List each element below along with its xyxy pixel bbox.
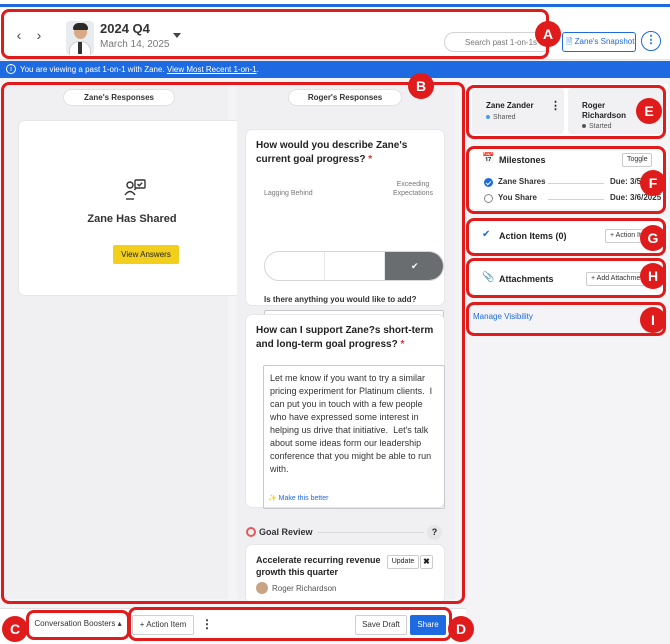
snapshot-button[interactable]: 🗎 Zane's Snapshot xyxy=(562,32,636,52)
right-sidebar: Zane Zander Shared ⋮ Roger Richardson St… xyxy=(466,84,670,644)
conversation-boosters-button[interactable]: Conversation Boosters ▴ xyxy=(30,615,126,635)
attachments-card: 📎 Attachments + Add Attachment xyxy=(468,261,668,297)
callout-d: D xyxy=(448,616,474,642)
more-options-icon[interactable]: ⋮ xyxy=(198,615,216,635)
meeting-date: March 14, 2025 xyxy=(100,39,170,50)
zane-responses-column: Zane's Responses Zane Has Shared View An… xyxy=(3,84,246,599)
callout-f: F xyxy=(640,170,666,196)
rating-option[interactable] xyxy=(325,252,385,280)
milestone-row: You Share Due: 3/6/2025 xyxy=(484,193,661,205)
goal-progress-card: How would you describe Zane's current go… xyxy=(245,129,445,332)
update-button[interactable]: Update xyxy=(387,555,419,569)
callout-b: B xyxy=(408,73,434,99)
checkmark-icon: ✔ xyxy=(411,261,419,271)
support-answer-textarea[interactable]: Let me know if you want to try a similar… xyxy=(263,365,445,509)
tab-rogers-responses[interactable]: Roger's Responses xyxy=(288,89,402,106)
view-most-recent-link[interactable]: View Most Recent 1-on-1 xyxy=(167,65,257,74)
avatar xyxy=(66,21,94,55)
question-title: How would you describe Zane's current go… xyxy=(256,140,408,165)
roger-responses-column: Roger's Responses How would you describe… xyxy=(237,84,455,604)
rating-option-selected[interactable]: ✔ xyxy=(385,252,443,280)
view-answers-button[interactable]: View Answers xyxy=(113,245,179,264)
period-dropdown-icon[interactable] xyxy=(173,33,181,38)
banner-text: You are viewing a past 1-on-1 with Zane. xyxy=(20,65,165,74)
action-items-title: Action Items (0) xyxy=(499,231,567,241)
callout-i: I xyxy=(640,307,666,333)
goal-card: Accelerate recurring revenue growth this… xyxy=(245,544,445,604)
action-items-card: ✔ Action Items (0) + Action Item xyxy=(468,218,668,254)
calendar-check-icon: 📅 xyxy=(482,153,495,164)
make-better-link[interactable]: ✨ Make this better xyxy=(268,494,328,502)
status-dot xyxy=(486,115,490,120)
callout-c: C xyxy=(2,616,28,642)
milestones-title: Milestones xyxy=(499,155,546,165)
top-accent-stripe xyxy=(0,0,670,7)
callout-g: G xyxy=(640,225,666,251)
share-button[interactable]: Share xyxy=(410,615,446,635)
target-icon xyxy=(246,527,256,537)
goal-owner: Roger Richardson xyxy=(272,584,337,593)
add-action-item-button[interactable]: + Action Item xyxy=(132,615,194,635)
save-draft-button[interactable]: Save Draft xyxy=(355,615,407,635)
callout-h: H xyxy=(640,263,666,289)
past-meeting-banner: i You are viewing a past 1-on-1 with Zan… xyxy=(0,61,670,78)
previous-arrow-icon[interactable]: ‹ xyxy=(12,27,26,43)
people-check-icon xyxy=(124,179,146,200)
pending-circle-icon xyxy=(484,194,493,203)
milestones-card: 📅 Milestones Toggle Zane Shares Due: 3/5… xyxy=(468,147,668,209)
close-icon[interactable]: ✖ xyxy=(420,555,433,569)
toggle-button[interactable]: Toggle xyxy=(622,153,652,167)
goal-review-header: Goal Review ? xyxy=(246,525,444,541)
more-options-icon[interactable]: ⋮ xyxy=(641,31,661,51)
header-bar: ‹ › 2024 Q4 March 14, 2025 🗎 Zane's Snap… xyxy=(0,8,670,60)
add-more-label: Is there anything you would like to add? xyxy=(264,295,417,304)
scale-high-label: Exceeding Expectations xyxy=(392,181,434,198)
shared-card: Zane Has Shared View Answers xyxy=(18,120,246,296)
question-title: How can I support Zane?s short-term and … xyxy=(256,325,434,350)
goal-review-label: Goal Review xyxy=(259,527,313,537)
more-options-icon[interactable]: ⋮ xyxy=(550,99,561,112)
attachments-title: Attachments xyxy=(499,274,554,284)
scale-low-label: Lagging Behind xyxy=(264,190,313,197)
snapshot-label: Zane's Snapshot xyxy=(574,37,635,46)
support-question-card: How can I support Zane?s short-term and … xyxy=(245,314,445,509)
status-dot xyxy=(582,124,586,129)
milestone-row: Zane Shares Due: 3/5/2025 xyxy=(484,177,661,189)
participant-zane[interactable]: Zane Zander Shared ⋮ xyxy=(472,88,564,134)
info-icon: i xyxy=(6,64,16,74)
goal-title: Accelerate recurring revenue growth this… xyxy=(256,555,381,577)
tab-zanes-responses[interactable]: Zane's Responses xyxy=(63,89,175,106)
bottom-action-bar: Conversation Boosters ▴ + Action Item ⋮ … xyxy=(0,608,466,644)
paperclip-icon: 📎 xyxy=(482,272,495,283)
check-circle-icon: ✔ xyxy=(482,229,491,240)
callout-e: E xyxy=(636,98,662,124)
help-icon[interactable]: ? xyxy=(427,525,442,540)
avatar xyxy=(256,582,268,594)
rating-option[interactable] xyxy=(265,252,325,280)
callout-a: A xyxy=(535,21,561,47)
manage-visibility-link[interactable]: Manage Visibility xyxy=(473,312,533,321)
progress-rating-scale: ✔ xyxy=(264,251,444,281)
next-arrow-icon[interactable]: › xyxy=(32,27,46,43)
completed-check-icon xyxy=(484,178,493,187)
period-title[interactable]: 2024 Q4 xyxy=(100,21,150,36)
shared-title: Zane Has Shared xyxy=(87,213,177,225)
